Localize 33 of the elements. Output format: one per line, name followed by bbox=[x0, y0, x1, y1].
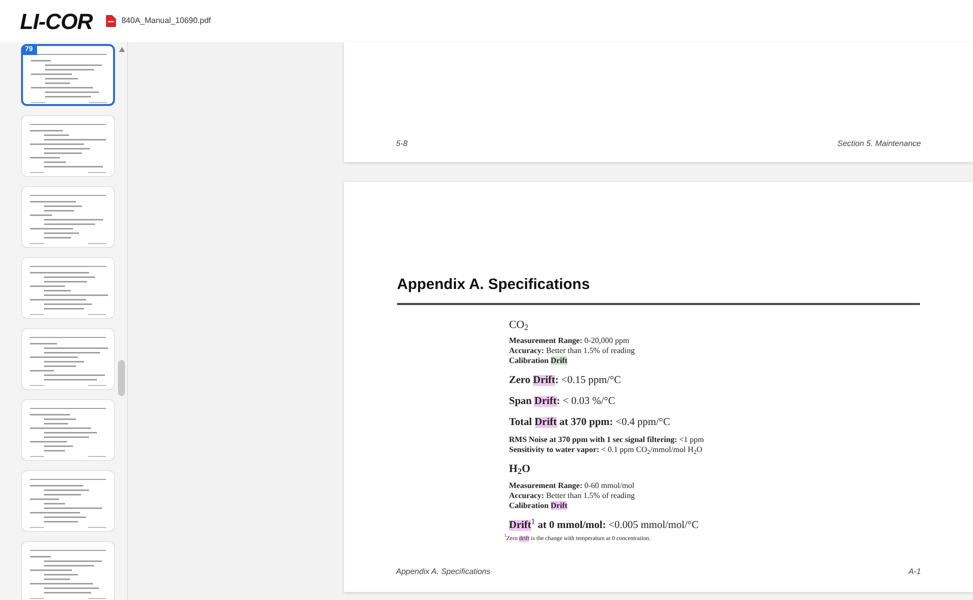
spec-text: Calibration bbox=[509, 500, 550, 510]
page-footer-text: Appendix A. Specifications bbox=[396, 566, 490, 578]
pdf-file-icon bbox=[106, 15, 116, 27]
file-name: 840A_Manual_10690.pdf bbox=[121, 15, 211, 27]
highlighted-word: Drift bbox=[509, 520, 532, 530]
brand-logo: LI-COR bbox=[20, 8, 92, 36]
spec-text: at 370 ppm: <0.4 ppm/°C bbox=[558, 417, 670, 428]
highlighted-word: Drift bbox=[533, 375, 556, 386]
spec-text: Sensitivity to water vapor: < 0.1 ppm CO$_{2}$/mmol/mol H$_{2}$O bbox=[509, 445, 702, 455]
spec-text: Zero bbox=[509, 375, 532, 386]
highlighted-word: Drift bbox=[550, 500, 568, 510]
scroll-up-icon[interactable] bbox=[119, 47, 125, 52]
page-heading: Appendix A. Specifications bbox=[397, 275, 591, 295]
spec-text: Total bbox=[509, 417, 533, 428]
spec-text: : <0.15 ppm/°C bbox=[555, 375, 622, 386]
highlighted-word: Drift bbox=[534, 417, 557, 428]
spec-text: : < 0.03 %/°C bbox=[556, 396, 616, 407]
spec-text: Measurement Range: 0-20,000 ppm bbox=[509, 336, 630, 346]
spec-text: Calibration bbox=[509, 356, 550, 365]
spec-text: RMS Noise at 370 ppm with 1 sec signal filtering: <1 ppm bbox=[509, 435, 704, 445]
page-footer-text: 5-8 bbox=[396, 138, 408, 150]
spec-text: Measurement Range: 0-60 mmol/mol bbox=[509, 480, 634, 490]
spec-heading: H$_{2}$O bbox=[509, 462, 530, 478]
spec-text: Accuracy: Better than 1.5% of reading bbox=[509, 346, 635, 356]
highlighted-word: Drift bbox=[550, 356, 568, 365]
scrollbar-thumb[interactable] bbox=[118, 360, 125, 396]
spec-heading: CO$_{2}$ bbox=[509, 318, 528, 333]
spec-text: $^{1}$ at 0 mmol/mol: <0.005 mmol/mol/°C bbox=[531, 520, 699, 530]
page-footer-text: Section 5. Maintenance bbox=[837, 138, 921, 150]
highlighted-word: Drift bbox=[534, 396, 557, 407]
spec-text: Span bbox=[509, 396, 533, 407]
spec-text: Accuracy: Better than 1.5% of reading bbox=[509, 490, 635, 500]
page-footer-text: A-1 bbox=[908, 566, 921, 578]
